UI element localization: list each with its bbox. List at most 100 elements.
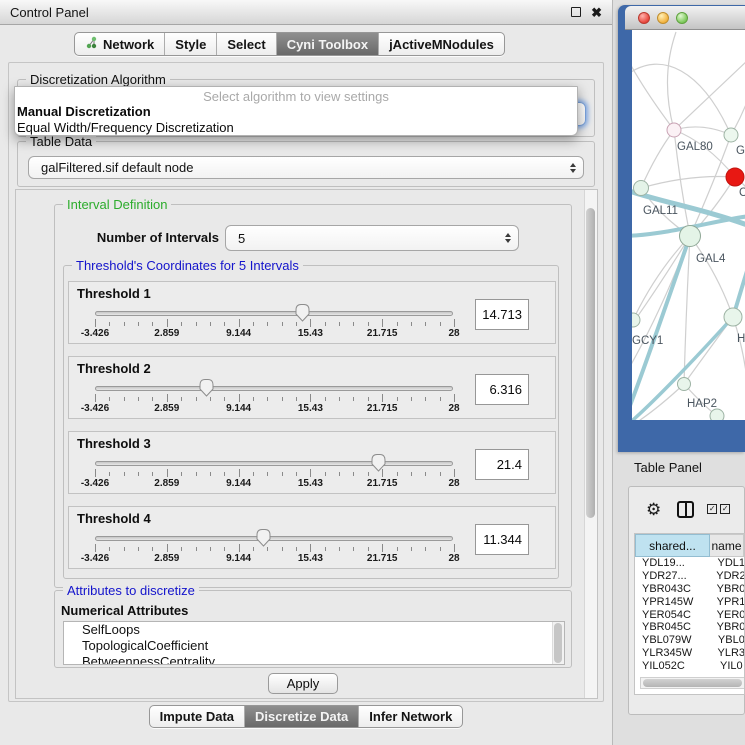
tick-mark <box>109 547 110 551</box>
column-header-shared-name[interactable]: shared... <box>635 534 710 557</box>
dropdown-item[interactable]: Manual Discretization <box>15 104 577 120</box>
table-row[interactable]: YPR145WYPR1 <box>635 595 744 608</box>
tick-mark <box>440 472 441 476</box>
interval-definition-group: Interval Definition Number of Intervals … <box>54 204 572 588</box>
tab-select[interactable]: Select <box>216 33 275 55</box>
table-row[interactable]: YER054CYER0 <box>635 608 744 621</box>
network-node[interactable] <box>710 409 724 420</box>
tab-style[interactable]: Style <box>164 33 216 55</box>
tick-mark <box>296 472 297 476</box>
threshold-value-field[interactable]: 21.4 <box>475 449 529 480</box>
tick-mark <box>124 397 125 401</box>
network-node[interactable] <box>678 378 691 391</box>
tick-mark <box>253 322 254 326</box>
slider-thumb[interactable] <box>198 378 215 397</box>
network-node[interactable] <box>667 123 681 137</box>
node-label: GAL80 <box>677 141 713 153</box>
tab-impute-data[interactable]: Impute Data <box>150 706 244 727</box>
vertical-scrollbar[interactable] <box>584 190 597 698</box>
threshold-value-field[interactable]: 6.316 <box>475 374 529 405</box>
checkbox-icon-1[interactable]: ✓ <box>707 504 717 514</box>
horizontal-scrollbar[interactable] <box>640 677 745 689</box>
network-graph[interactable]: GAL80GACGAL11GAL4GCY1HHAP2 <box>632 30 745 420</box>
close-icon[interactable]: ✖ <box>591 6 602 19</box>
network-node[interactable] <box>726 168 744 186</box>
tab-discretize-data[interactable]: Discretize Data <box>244 706 358 727</box>
network-node[interactable] <box>724 128 738 142</box>
tick-mark <box>339 322 340 326</box>
network-node[interactable] <box>724 308 742 326</box>
threshold-value-field[interactable]: 11.344 <box>475 524 529 555</box>
tab-infer-network[interactable]: Infer Network <box>358 706 462 727</box>
slider-thumb[interactable] <box>370 453 387 472</box>
slider-track[interactable] <box>95 536 453 541</box>
cell-name: YPR1 <box>707 596 744 608</box>
tick-mark <box>95 469 96 477</box>
numerical-attributes-list[interactable]: SelfLoopsTopologicalCoefficientBetweenne… <box>63 621 565 665</box>
table-row[interactable]: YBL079WYBL0 <box>635 634 744 647</box>
tick-mark <box>239 544 240 552</box>
threshold-title: Threshold 2 <box>77 361 151 376</box>
apply-button[interactable]: Apply <box>268 673 338 694</box>
network-window-titlebar[interactable] <box>625 6 745 30</box>
tick-mark <box>368 397 369 401</box>
table-row[interactable]: YDL19...YDL1 <box>635 557 744 570</box>
network-edge-highlighted <box>632 317 733 420</box>
tick-mark <box>454 544 455 552</box>
tick-label: 21.715 <box>367 403 398 414</box>
tick-label: 21.715 <box>367 478 398 489</box>
tab-jactivemnodules[interactable]: jActiveMNodules <box>378 33 504 55</box>
tick-mark <box>196 322 197 326</box>
tick-label: 28 <box>448 553 459 564</box>
tick-mark <box>353 547 354 551</box>
slider-track[interactable] <box>95 461 453 466</box>
close-traffic-light-icon[interactable] <box>638 12 650 24</box>
node-table: shared... name YDL19...YDL1YDR27...YDR2Y… <box>634 533 745 695</box>
number-of-intervals-combobox[interactable]: 5 <box>225 225 519 251</box>
network-canvas[interactable]: GAL80GACGAL11GAL4GCY1HHAP2 <box>632 30 745 420</box>
settings-scrollpane: Interval Definition Number of Intervals … <box>15 189 598 699</box>
table-row[interactable]: YLR345WYLR3 <box>635 647 744 660</box>
attributes-group-title: Attributes to discretize <box>63 583 199 598</box>
tick-mark <box>196 397 197 401</box>
slider-track[interactable] <box>95 386 453 391</box>
table-row[interactable]: YDR27...YDR2 <box>635 570 744 583</box>
tab-cyni-toolbox[interactable]: Cyni Toolbox <box>276 33 378 55</box>
slider-track[interactable] <box>95 311 453 316</box>
threshold-value-field[interactable]: 14.713 <box>475 299 529 330</box>
minimize-traffic-light-icon[interactable] <box>657 12 669 24</box>
tab-network[interactable]: Network <box>75 33 164 55</box>
tick-mark <box>397 472 398 476</box>
network-node[interactable] <box>634 181 649 196</box>
tick-mark <box>210 397 211 401</box>
zoom-traffic-light-icon[interactable] <box>676 12 688 24</box>
tick-mark <box>181 322 182 326</box>
checkbox-icon-2[interactable]: ✓ <box>720 504 730 514</box>
table-panel: ⚙ ✓ ✓ shared... name YDL19...YDL1YDR27..… <box>628 486 745 715</box>
slider-thumb[interactable] <box>255 528 272 547</box>
table-row[interactable]: YIL052CYIL0 <box>635 659 744 672</box>
tick-mark <box>382 544 383 552</box>
slider-thumb[interactable] <box>294 303 311 322</box>
attributes-list-scrollbar[interactable] <box>552 622 564 664</box>
gear-icon[interactable]: ⚙ <box>646 501 661 518</box>
split-columns-icon[interactable] <box>677 501 694 518</box>
table-row[interactable]: YBR043CYBR0 <box>635 583 744 596</box>
tick-mark <box>440 397 441 401</box>
tick-label: 15.43 <box>298 553 323 564</box>
column-header-name[interactable]: name <box>710 534 744 557</box>
attribute-list-item[interactable]: SelfLoops <box>64 622 564 638</box>
network-tab-icon <box>85 36 98 52</box>
attribute-list-item[interactable]: TopologicalCoefficient <box>64 638 564 654</box>
network-node[interactable] <box>680 226 701 247</box>
vertical-scrollbar-thumb[interactable] <box>586 208 595 518</box>
table-row[interactable]: YBR045CYBR0 <box>635 621 744 634</box>
table-data-combobox[interactable]: galFiltered.sif default node <box>28 156 584 179</box>
tick-mark <box>152 547 153 551</box>
tick-mark <box>267 547 268 551</box>
tick-mark <box>152 472 153 476</box>
float-window-icon[interactable] <box>571 7 581 17</box>
dropdown-item[interactable]: Equal Width/Frequency Discretization <box>15 120 577 136</box>
tick-mark <box>325 472 326 476</box>
attribute-list-item[interactable]: BetweennessCentrality <box>64 654 564 665</box>
